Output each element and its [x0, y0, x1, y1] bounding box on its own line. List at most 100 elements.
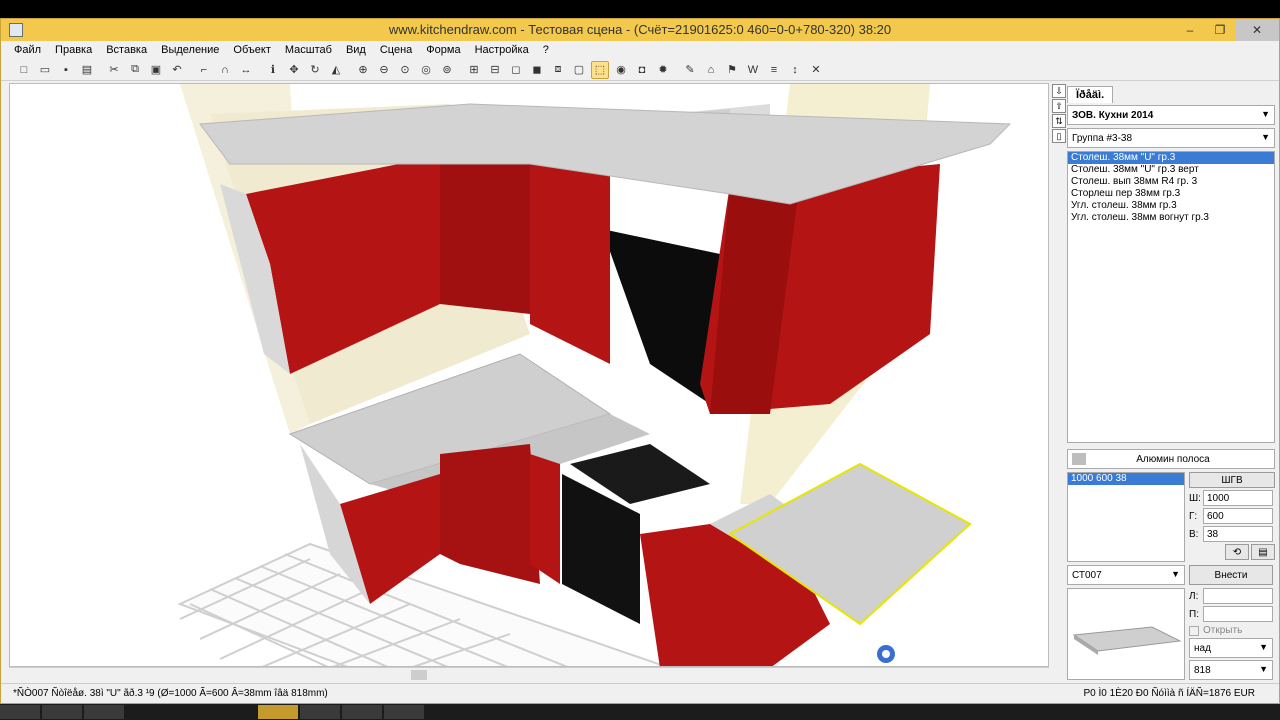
side-tool-icon-1[interactable]: ⇩ [1052, 84, 1066, 98]
menu-view[interactable]: Вид [346, 44, 366, 56]
rotate-icon[interactable]: ↻ [306, 61, 324, 79]
shaded-icon[interactable]: ◼ [528, 61, 546, 79]
open-checkbox[interactable] [1189, 625, 1199, 636]
menu-scale[interactable]: Масштаб [285, 44, 332, 56]
info-icon[interactable]: ℹ [264, 61, 282, 79]
box-icon[interactable]: ▢ [570, 61, 588, 79]
elevation-select[interactable]: 818 ▼ [1189, 660, 1273, 680]
chevron-down-icon: ▼ [1261, 109, 1270, 119]
taskbar-item[interactable] [84, 705, 124, 719]
width-field[interactable]: 1000 [1203, 490, 1273, 506]
cut-icon[interactable]: ✂ [105, 61, 123, 79]
paste-icon[interactable]: ▣ [147, 61, 165, 79]
minimize-button[interactable]: ‒ [1175, 19, 1205, 41]
magnet-icon[interactable]: ∩ [216, 61, 234, 79]
zoom-window-icon[interactable]: ⊙ [396, 61, 414, 79]
taskbar-item[interactable] [0, 705, 40, 719]
group-value: Группа #3-38 [1072, 132, 1133, 144]
code-select[interactable]: СТ007 ▼ [1067, 565, 1185, 585]
taskbar-item[interactable] [42, 705, 82, 719]
refresh-icon[interactable]: ⟲ [1225, 544, 1249, 560]
taskbar-item[interactable] [300, 705, 340, 719]
tools-icon[interactable]: ✎ [681, 61, 699, 79]
right-field[interactable] [1203, 606, 1273, 622]
new-icon[interactable]: □ [15, 61, 33, 79]
properties-icon[interactable]: ▤ [1251, 544, 1275, 560]
menu-select[interactable]: Выделение [161, 44, 219, 56]
menu-object[interactable]: Объект [233, 44, 270, 56]
zoom-all-icon[interactable]: ◎ [417, 61, 435, 79]
list-item[interactable]: Столеш. 38мм "U" гр.3 верт [1068, 164, 1274, 176]
move-icon[interactable]: ✥ [285, 61, 303, 79]
taskbar-item-active[interactable] [258, 705, 298, 719]
insert-button[interactable]: Внести [1189, 565, 1273, 585]
list-icon[interactable]: ≡ [765, 61, 783, 79]
list-item[interactable]: Сторлеш пер 38мм гр.3 [1068, 188, 1274, 200]
camera-icon[interactable]: ◉ [612, 61, 630, 79]
copy-icon[interactable]: ⧉ [126, 61, 144, 79]
left-field[interactable] [1203, 588, 1273, 604]
finish-select[interactable]: Алюмин полоса [1067, 449, 1275, 469]
zoom-prev-icon[interactable]: ⊚ [438, 61, 456, 79]
depth-field[interactable]: 600 [1203, 508, 1273, 524]
list-item[interactable]: Угл. столеш. 38мм гр.3 [1068, 200, 1274, 212]
window-controls: ‒ ❐ ✕ [1175, 19, 1279, 41]
light-icon[interactable]: ✹ [654, 61, 672, 79]
right-label: П: [1189, 608, 1199, 620]
stairs-icon[interactable]: ⌐ [195, 61, 213, 79]
menu-file[interactable]: Файл [14, 44, 41, 56]
reflect-icon[interactable]: ◭ [327, 61, 345, 79]
list-item[interactable]: 1000 600 38 [1068, 473, 1184, 485]
tab-objects[interactable]: Ïðåäì. [1067, 86, 1114, 103]
photo-icon[interactable]: ◘ [633, 61, 651, 79]
w-icon[interactable]: W [744, 61, 762, 79]
open-checkbox-row[interactable]: Открыть [1189, 625, 1275, 636]
undo-icon[interactable]: ↶ [168, 61, 186, 79]
group-select[interactable]: Группа #3-38 ▼ [1067, 128, 1275, 148]
perspective-icon[interactable]: ⬚ [591, 60, 609, 79]
item-list[interactable]: Столеш. 38мм "U" гр.3 Столеш. 38мм "U" г… [1067, 151, 1275, 443]
dims-icon[interactable]: ↕ [786, 61, 804, 79]
menu-edit[interactable]: Правка [55, 44, 92, 56]
orbit-cursor-icon[interactable] [877, 645, 895, 663]
taskbar-item[interactable] [384, 705, 424, 719]
viewport-hscrollbar[interactable] [9, 667, 1049, 681]
print-icon[interactable]: ▤ [78, 61, 96, 79]
house-icon[interactable]: ⌂ [702, 61, 720, 79]
list-item[interactable]: Столеш. 38мм "U" гр.3 [1068, 152, 1274, 164]
save-icon[interactable]: ▪ [57, 61, 75, 79]
close-scene-icon[interactable]: ✕ [807, 61, 825, 79]
plan-view-icon[interactable]: ⊞ [465, 61, 483, 79]
restore-button[interactable]: ❐ [1205, 19, 1235, 41]
chevron-down-icon: ▼ [1259, 642, 1268, 652]
position-select[interactable]: над ▼ [1189, 638, 1273, 658]
menu-help[interactable]: ? [543, 44, 549, 56]
menu-scene[interactable]: Сцена [380, 44, 412, 56]
open-icon[interactable]: ▭ [36, 61, 54, 79]
hscroll-thumb[interactable] [411, 670, 427, 680]
elevation-icon[interactable]: ⊟ [486, 61, 504, 79]
height-field[interactable]: 38 [1203, 526, 1273, 542]
wireframe-icon[interactable]: ◻ [507, 61, 525, 79]
menu-form[interactable]: Форма [426, 44, 460, 56]
chevron-down-icon: ▼ [1259, 664, 1268, 674]
shgv-button[interactable]: ШГВ [1189, 472, 1275, 488]
measure-icon[interactable]: ↔ [237, 61, 255, 79]
dims-list[interactable]: 1000 600 38 [1067, 472, 1185, 562]
menu-settings[interactable]: Настройка [475, 44, 529, 56]
zoom-out-icon[interactable]: ⊖ [375, 61, 393, 79]
menu-insert[interactable]: Вставка [106, 44, 147, 56]
side-tool-icon-3[interactable]: ⇅ [1052, 114, 1066, 128]
app-window: www.kitchendraw.com - Тестовая сцена - (… [0, 18, 1280, 704]
list-item[interactable]: Столеш. вып 38мм R4 гр. 3 [1068, 176, 1274, 188]
flag-icon[interactable]: ⚑ [723, 61, 741, 79]
catalog-select[interactable]: ЗОВ. Кухни 2014 ▼ [1067, 105, 1275, 125]
list-item[interactable]: Угл. столеш. 38мм вогнут гр.3 [1068, 212, 1274, 224]
side-tool-icon-2[interactable]: ⇧ [1052, 99, 1066, 113]
hidden-line-icon[interactable]: ⧈ [549, 61, 567, 79]
taskbar-item[interactable] [342, 705, 382, 719]
3d-viewport[interactable] [9, 83, 1049, 667]
zoom-in-icon[interactable]: ⊕ [354, 61, 372, 79]
side-tool-icon-4[interactable]: ▯ [1052, 129, 1066, 143]
close-button[interactable]: ✕ [1235, 19, 1279, 41]
